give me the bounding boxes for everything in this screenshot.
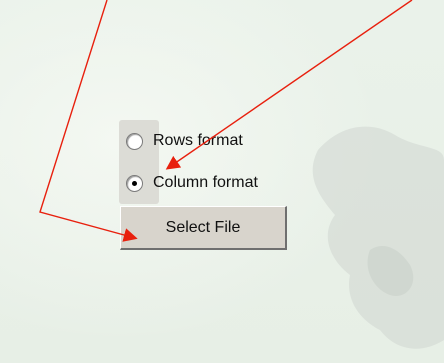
radio-rows-format[interactable]: Rows format	[126, 126, 243, 156]
radio-label-rows-format: Rows format	[153, 132, 243, 149]
radio-label-column-format: Column format	[153, 174, 258, 191]
radio-button-column[interactable]	[126, 174, 143, 192]
radio-column-format[interactable]: Column format	[126, 168, 258, 198]
radio-button-rows[interactable]	[126, 132, 143, 150]
select-file-button[interactable]: Select File	[120, 206, 287, 250]
